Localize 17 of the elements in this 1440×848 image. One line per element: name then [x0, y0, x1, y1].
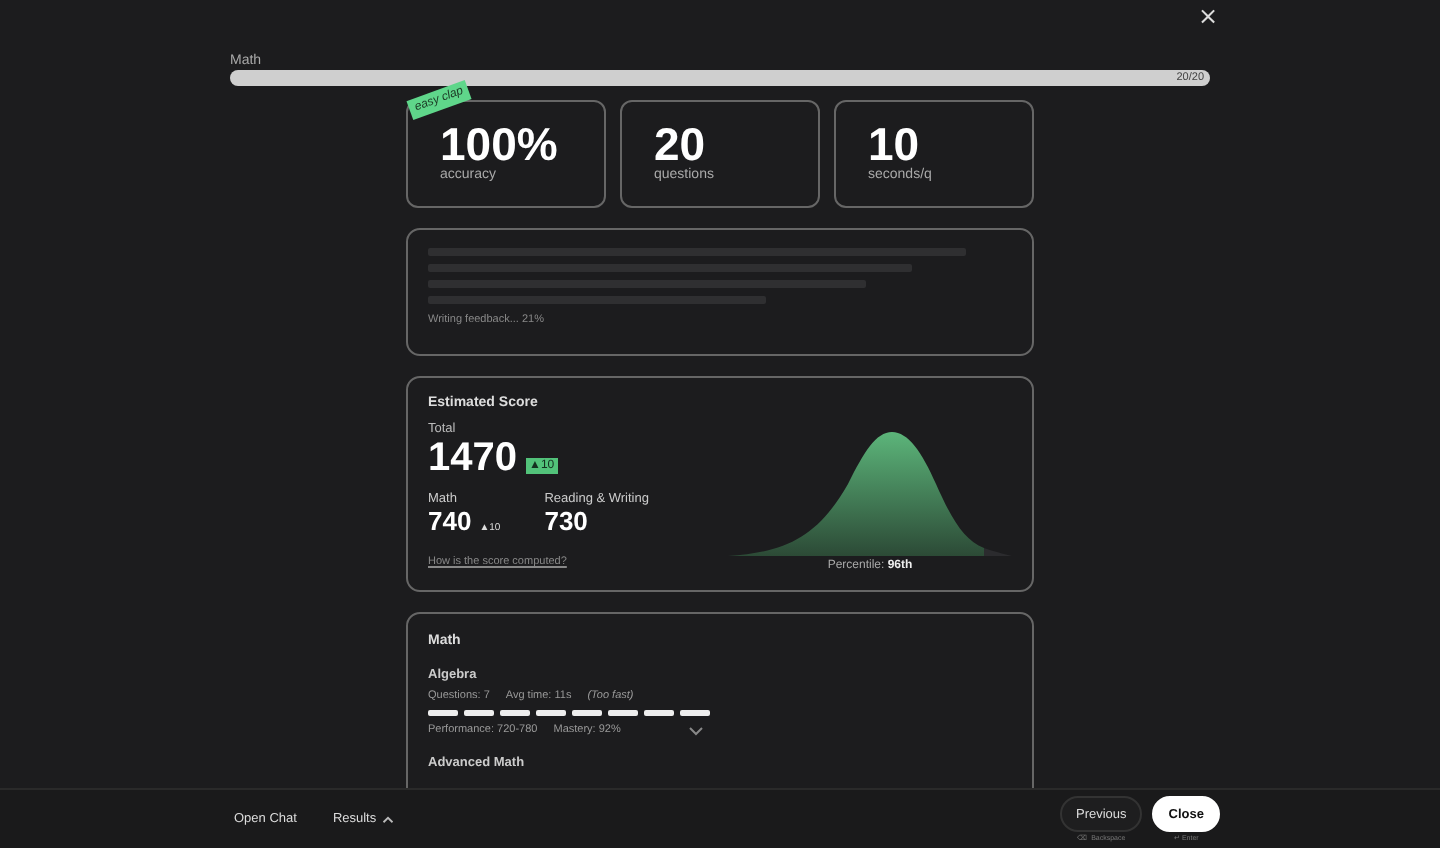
answer-segment [644, 710, 674, 716]
answer-segment [680, 710, 710, 716]
answer-segment [608, 710, 638, 716]
answer-segment [428, 710, 458, 716]
stat-value: 20 [654, 120, 706, 168]
answer-segment [500, 710, 530, 716]
section-score: 740 [428, 506, 472, 538]
chevron-icon[interactable] [688, 725, 704, 735]
answer-segment [536, 710, 566, 716]
section-score: 730 [544, 506, 588, 538]
close-button[interactable]: × [1189, 2, 1226, 30]
stat-value: 10 [868, 120, 920, 168]
total-score: 1470 [428, 436, 517, 480]
answer-segment [572, 710, 602, 716]
caret-icon [382, 815, 395, 823]
stat-value: 100% [440, 120, 560, 168]
answer-segment [464, 710, 494, 716]
